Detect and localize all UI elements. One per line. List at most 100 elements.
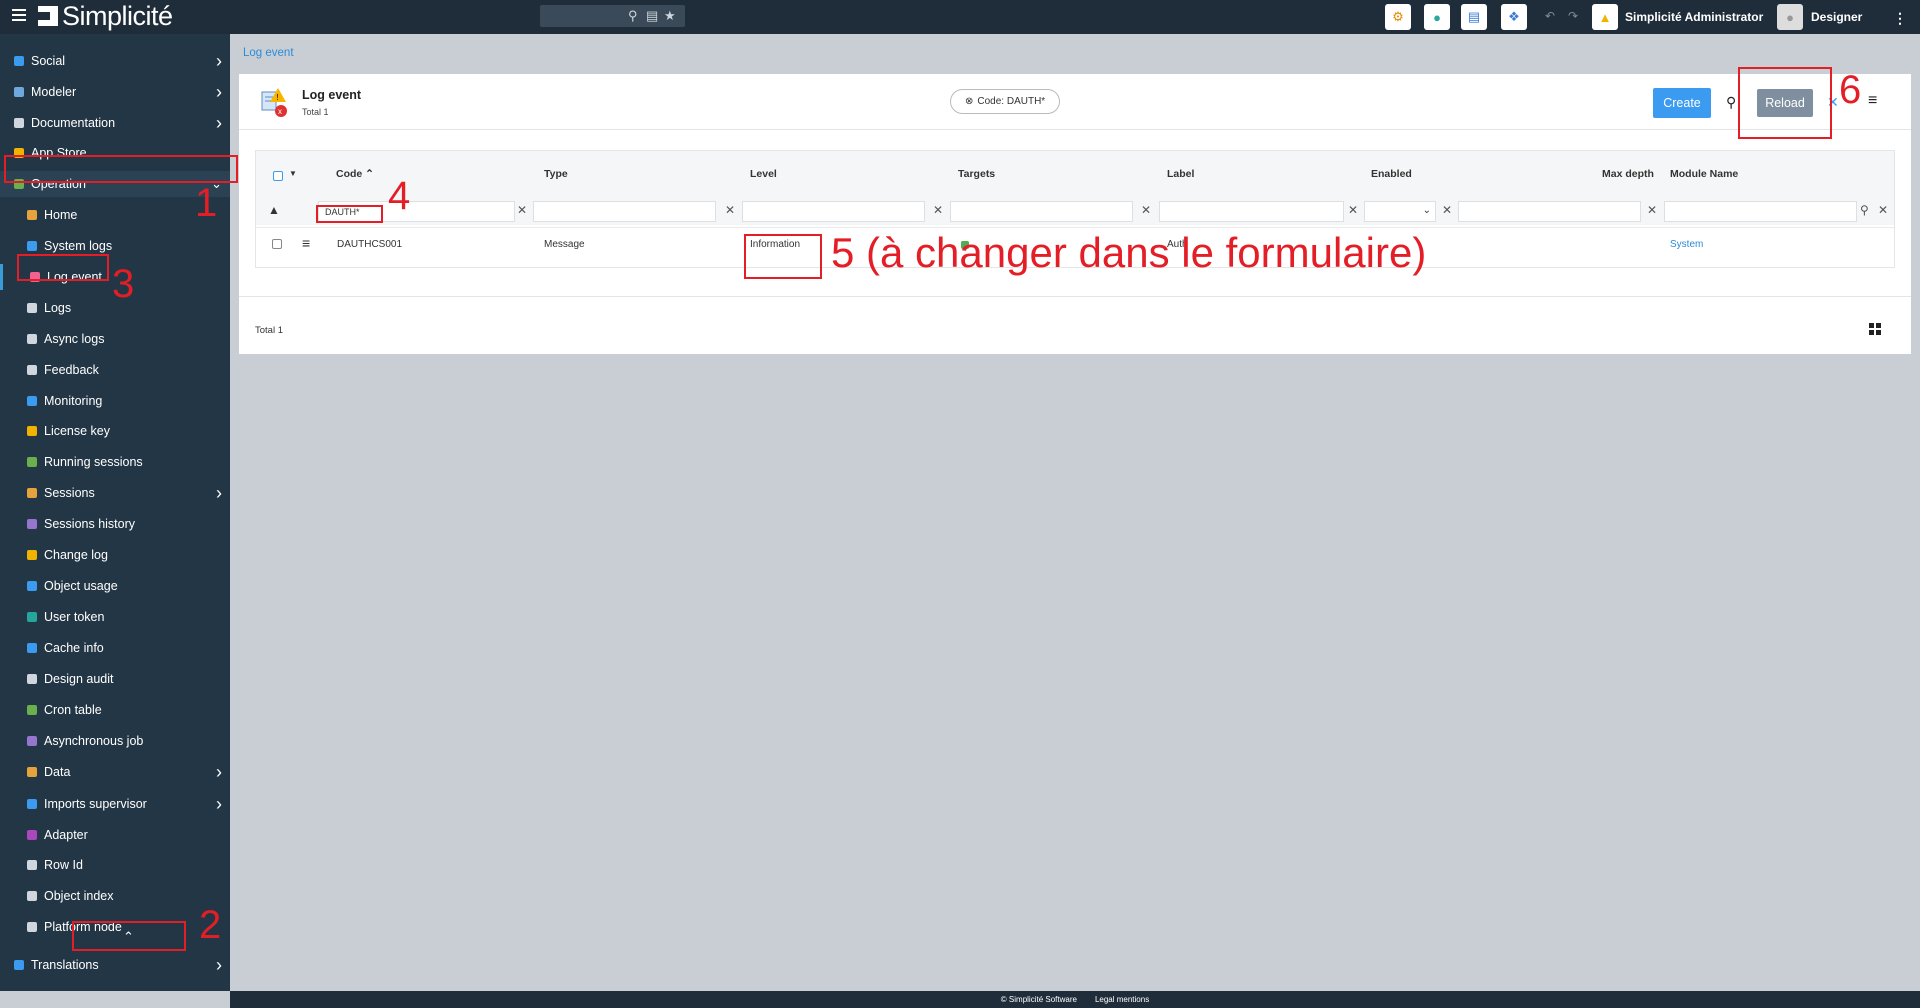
more-vertical-icon[interactable]: ⋮ bbox=[1893, 10, 1907, 27]
platform-node-icon bbox=[27, 922, 37, 932]
sidebar-item-translations[interactable]: Translations › bbox=[0, 952, 230, 978]
undo-icon[interactable]: ↶ bbox=[1545, 9, 1555, 23]
news-icon[interactable]: ⚙ bbox=[1385, 4, 1411, 30]
sidebar-item-monitoring[interactable]: Monitoring bbox=[0, 388, 230, 414]
sidebar-item-label: Design audit bbox=[44, 672, 114, 686]
sidebar-item-adapter[interactable]: Adapter bbox=[0, 822, 230, 848]
clear-enabled-filter-icon[interactable]: ✕ bbox=[1442, 203, 1452, 217]
enabled-filter-select[interactable]: ⌄ bbox=[1364, 201, 1436, 222]
app-logo[interactable]: Simplicité bbox=[38, 0, 173, 31]
sidebar-item-social[interactable]: Social › bbox=[0, 48, 230, 74]
chevron-right-icon[interactable]: › bbox=[216, 51, 222, 72]
cell-code: DAUTHCS001 bbox=[337, 239, 403, 250]
scope-avatar-icon[interactable]: ● bbox=[1777, 4, 1803, 30]
clear-max-depth-filter-icon[interactable]: ✕ bbox=[1647, 203, 1657, 217]
sidebar-item-object-index[interactable]: Object index bbox=[0, 883, 230, 909]
filter-chip[interactable]: ⊗ Code: DAUTH* bbox=[950, 89, 1061, 114]
sidebar-item-cron-table[interactable]: Cron table bbox=[0, 697, 230, 723]
sidebar-item-sessions[interactable]: Sessions › bbox=[0, 480, 230, 506]
chevron-right-icon[interactable]: › bbox=[216, 955, 222, 976]
clear-code-filter-icon[interactable]: ✕ bbox=[517, 203, 527, 217]
sidebar-item-imports-supervisor[interactable]: Imports supervisor › bbox=[0, 791, 230, 817]
sidebar-item-object-usage[interactable]: Object usage bbox=[0, 573, 230, 599]
chevron-right-icon[interactable]: › bbox=[216, 762, 222, 783]
clear-all-filters-icon[interactable]: ✕ bbox=[1878, 203, 1888, 217]
sidebar-item-license-key[interactable]: License key bbox=[0, 418, 230, 444]
column-header-type[interactable]: Type bbox=[544, 168, 568, 180]
user-avatar-icon[interactable]: ▲ bbox=[1592, 4, 1618, 30]
sidebar-item-data[interactable]: Data › bbox=[0, 759, 230, 785]
chevron-down-icon: ⌄ bbox=[1422, 205, 1431, 216]
legal-mentions-link[interactable]: Legal mentions bbox=[1095, 995, 1149, 1004]
sidebar-item-user-token[interactable]: User token bbox=[0, 604, 230, 630]
sidebar-item-modeler[interactable]: Modeler › bbox=[0, 79, 230, 105]
column-header-max-depth[interactable]: Max depth bbox=[1602, 168, 1654, 180]
targets-filter-input[interactable] bbox=[950, 201, 1133, 222]
menu-icon[interactable] bbox=[12, 9, 26, 23]
level-filter-input[interactable] bbox=[742, 201, 925, 222]
user-name[interactable]: Simplicité Administrator bbox=[1625, 10, 1763, 24]
create-button[interactable]: Create bbox=[1653, 88, 1711, 118]
global-search-input[interactable]: ⚲ ▤ ★ bbox=[540, 5, 685, 27]
column-header-module-name[interactable]: Module Name bbox=[1670, 168, 1738, 180]
column-header-level[interactable]: Level bbox=[750, 168, 777, 180]
pin-icon[interactable]: ▲ bbox=[268, 203, 280, 217]
label-filter-input[interactable] bbox=[1159, 201, 1344, 222]
row-menu-icon[interactable]: ≡ bbox=[302, 235, 310, 251]
redo-icon[interactable]: ↷ bbox=[1568, 9, 1578, 23]
asynchronous-job-icon bbox=[27, 736, 37, 746]
sidebar-item-documentation[interactable]: Documentation › bbox=[0, 110, 230, 136]
annotation-box-log-event bbox=[17, 254, 109, 281]
row-checkbox[interactable] bbox=[272, 239, 282, 249]
sidebar-item-feedback[interactable]: Feedback bbox=[0, 357, 230, 383]
clear-label-filter-icon[interactable]: ✕ bbox=[1348, 203, 1358, 217]
list-menu-icon[interactable]: ≡ bbox=[1868, 92, 1877, 110]
sidebar-item-label: Cache info bbox=[44, 641, 104, 655]
chevron-right-icon[interactable]: › bbox=[216, 82, 222, 103]
sidebar-item-async-logs[interactable]: Async logs bbox=[0, 326, 230, 352]
clear-targets-filter-icon[interactable]: ✕ bbox=[1141, 203, 1151, 217]
breadcrumb[interactable]: Log event bbox=[243, 47, 294, 59]
chevron-right-icon[interactable]: › bbox=[216, 113, 222, 134]
annotation-number-4: 4 bbox=[388, 174, 411, 218]
remove-filter-icon[interactable]: ⊗ bbox=[965, 96, 973, 107]
sidebar-item-asynchronous-job[interactable]: Asynchronous job bbox=[0, 728, 230, 754]
column-header-label[interactable]: Label bbox=[1167, 168, 1194, 180]
log-event-icon: ! x bbox=[259, 86, 289, 118]
star-icon[interactable]: ★ bbox=[664, 8, 676, 24]
monitoring-icon bbox=[27, 396, 37, 406]
sidebar-item-label: Adapter bbox=[44, 828, 88, 842]
search-icon[interactable]: ⚲ bbox=[628, 8, 638, 24]
clear-level-filter-icon[interactable]: ✕ bbox=[933, 203, 943, 217]
column-header-enabled[interactable]: Enabled bbox=[1371, 168, 1412, 180]
brand-name: Simplicité bbox=[62, 0, 173, 31]
network-icon[interactable]: ● bbox=[1424, 4, 1450, 30]
annotation-box-level bbox=[744, 234, 822, 279]
sidebar-item-cache-info[interactable]: Cache info bbox=[0, 635, 230, 661]
sidebar-item-label: Modeler bbox=[31, 85, 77, 99]
select-all-checkbox[interactable] bbox=[273, 171, 283, 181]
search-filter-icon[interactable]: ⚲ bbox=[1860, 203, 1869, 217]
sidebar-item-row-id[interactable]: Row Id bbox=[0, 852, 230, 878]
chevron-right-icon[interactable]: › bbox=[216, 794, 222, 815]
module-filter-input[interactable] bbox=[1664, 201, 1857, 222]
grid-view-icon[interactable] bbox=[1869, 323, 1881, 335]
scan-icon[interactable]: ▤ bbox=[646, 8, 658, 24]
sidebar-item-change-log[interactable]: Change log bbox=[0, 542, 230, 568]
max-depth-filter-input[interactable] bbox=[1458, 201, 1641, 222]
sidebar-item-running-sessions[interactable]: Running sessions bbox=[0, 449, 230, 475]
search-icon[interactable]: ⚲ bbox=[1726, 94, 1736, 111]
column-header-code[interactable]: Code ⌃ bbox=[336, 168, 374, 180]
sidebar-item-label: Asynchronous job bbox=[44, 734, 144, 748]
select-dropdown-icon[interactable]: ▼ bbox=[289, 169, 297, 178]
share-icon[interactable]: ❖ bbox=[1501, 4, 1527, 30]
cell-module-link[interactable]: System bbox=[1670, 239, 1703, 250]
clear-type-filter-icon[interactable]: ✕ bbox=[725, 203, 735, 217]
column-header-targets[interactable]: Targets bbox=[958, 168, 995, 180]
monitor-icon[interactable]: ▤ bbox=[1461, 4, 1487, 30]
sidebar-item-design-audit[interactable]: Design audit bbox=[0, 666, 230, 692]
chevron-right-icon[interactable]: › bbox=[216, 483, 222, 504]
scope-name[interactable]: Designer bbox=[1811, 10, 1862, 24]
sidebar-item-sessions-history[interactable]: Sessions history bbox=[0, 511, 230, 537]
type-filter-input[interactable] bbox=[533, 201, 716, 222]
